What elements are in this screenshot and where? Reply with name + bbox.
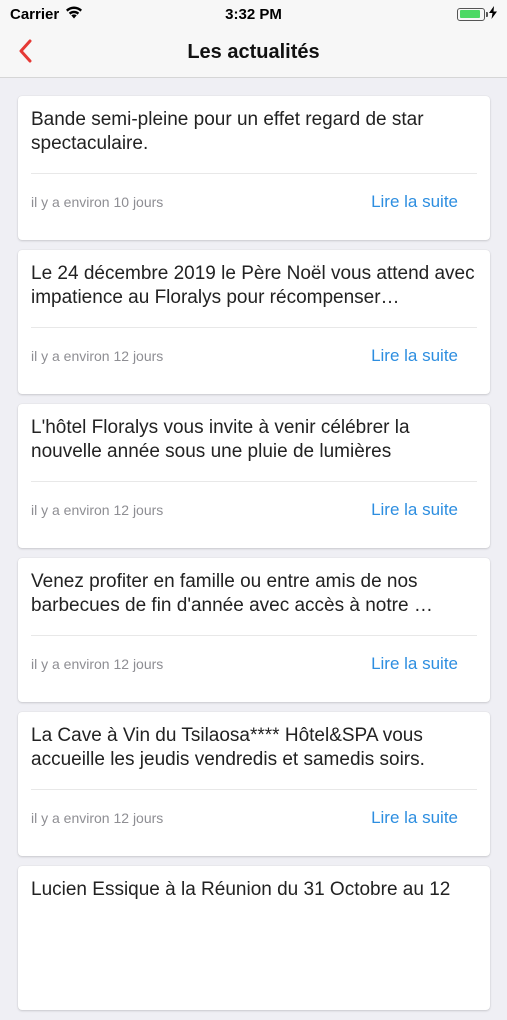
news-card-date: il y a environ 12 jours (31, 348, 164, 364)
news-card[interactable]: Lucien Essique à la Réunion du 31 Octobr… (18, 866, 490, 1010)
battery-level (459, 10, 481, 18)
news-card-date: il y a environ 12 jours (31, 656, 164, 672)
read-more-link[interactable]: Lire la suite (371, 192, 458, 212)
card-divider (31, 173, 477, 174)
news-card[interactable]: Le 24 décembre 2019 le Père Noël vous at… (18, 250, 490, 394)
read-more-link[interactable]: Lire la suite (371, 346, 458, 366)
read-more-link[interactable]: Lire la suite (371, 654, 458, 674)
news-card-text: L'hôtel Floralys vous invite à venir cél… (31, 417, 410, 462)
news-card-footer: il y a environ 12 jours Lire la suite (31, 654, 458, 674)
card-divider (31, 635, 477, 636)
news-card[interactable]: L'hôtel Floralys vous invite à venir cél… (18, 404, 490, 548)
status-right (457, 5, 497, 23)
card-divider (31, 481, 477, 482)
news-card[interactable]: Venez profiter en famille ou entre amis … (18, 558, 490, 702)
news-card-text: La Cave à Vin du Tsilaosa**** Hôtel&SPA … (31, 725, 425, 770)
status-left: Carrier (10, 6, 83, 23)
news-card-text: Lucien Essique à la Réunion du 31 Octobr… (31, 879, 451, 900)
news-card-date: il y a environ 10 jours (31, 194, 164, 210)
battery-icon (457, 7, 488, 21)
wifi-icon (65, 6, 83, 23)
read-more-link[interactable]: Lire la suite (371, 500, 458, 520)
news-card[interactable]: Bande semi-pleine pour un effet regard d… (18, 96, 490, 240)
status-bar: Carrier 3:32 PM (0, 0, 507, 28)
page-title: Les actualités (187, 41, 320, 63)
card-divider (31, 327, 477, 328)
news-card-text: Venez profiter en famille ou entre amis … (31, 571, 433, 616)
read-more-link[interactable]: Lire la suite (371, 808, 458, 828)
charging-icon (489, 5, 497, 23)
back-button[interactable] (8, 36, 42, 70)
carrier-label: Carrier (10, 5, 60, 23)
news-card-date: il y a environ 12 jours (31, 502, 164, 518)
news-card-footer: il y a environ 12 jours Lire la suite (31, 808, 458, 828)
navigation-bar: Les actualités (0, 28, 507, 78)
news-card-footer: il y a environ 10 jours Lire la suite (31, 192, 458, 212)
news-card[interactable]: La Cave à Vin du Tsilaosa**** Hôtel&SPA … (18, 712, 490, 856)
news-card-footer: il y a environ 12 jours Lire la suite (31, 500, 458, 520)
news-card-date: il y a environ 12 jours (31, 810, 164, 826)
chevron-left-icon (18, 39, 32, 68)
news-card-footer: il y a environ 12 jours Lire la suite (31, 346, 458, 366)
news-feed: Bande semi-pleine pour un effet regard d… (18, 96, 490, 1020)
card-divider (31, 789, 477, 790)
news-card-text: Bande semi-pleine pour un effet regard d… (31, 109, 424, 154)
news-card-text: Le 24 décembre 2019 le Père Noël vous at… (31, 263, 475, 308)
